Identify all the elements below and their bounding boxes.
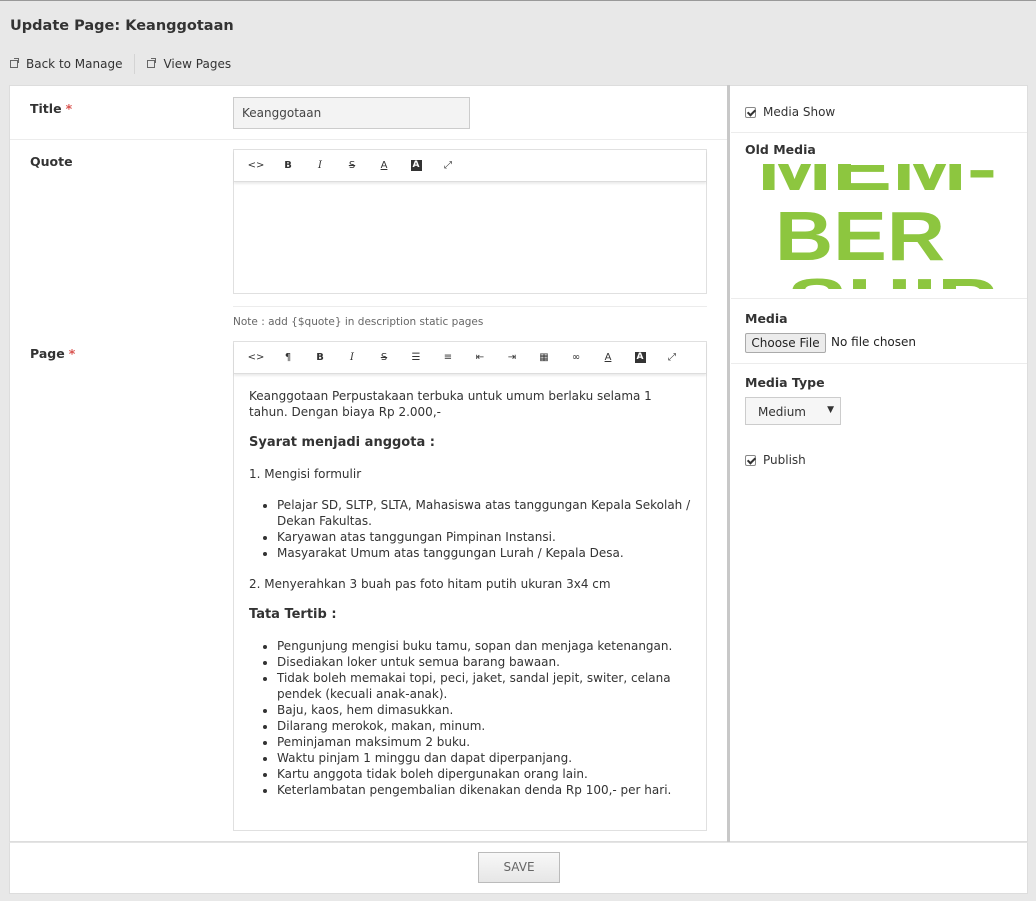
unordered-list-icon[interactable]: ☰: [400, 346, 432, 370]
page-editor: <> ¶ B I S ☰ ≡ ⇤ ⇥ ▦ ∞ A A ⤢ Keanggotaan…: [233, 341, 707, 831]
page-label: Page *: [30, 346, 75, 361]
media-type-select[interactable]: Medium ▼: [745, 397, 841, 425]
media-label: Media: [745, 311, 788, 326]
view-pages-label: View Pages: [163, 57, 232, 71]
strikethrough-icon[interactable]: S: [368, 346, 400, 370]
row-divider: [731, 132, 1027, 133]
paragraph-icon[interactable]: ¶: [272, 346, 304, 370]
quote-editor: <> B I S A A ⤢: [233, 149, 707, 294]
background-color-icon[interactable]: A: [400, 154, 432, 178]
checkbox-checked-icon: [745, 106, 756, 118]
back-to-manage-label: Back to Manage: [26, 57, 123, 71]
list-item: Pelajar SD, SLTP, SLTA, Mahasiswa atas t…: [277, 497, 691, 529]
code-view-icon[interactable]: <>: [240, 154, 272, 178]
bold-icon[interactable]: B: [304, 346, 336, 370]
media-show-checkbox[interactable]: Media Show: [745, 105, 835, 119]
ordered-list-icon[interactable]: ≡: [432, 346, 464, 370]
fullscreen-icon[interactable]: ⤢: [656, 346, 688, 370]
quote-editor-area[interactable]: [234, 182, 706, 292]
choose-file-button[interactable]: Choose File: [745, 333, 826, 353]
bold-icon[interactable]: B: [272, 154, 304, 178]
title-input[interactable]: [233, 97, 470, 129]
list-item: Karyawan atas tanggungan Pimpinan Instan…: [277, 529, 691, 545]
list-item: Waktu pinjam 1 minggu dan dapat diperpan…: [277, 750, 691, 766]
code-view-icon[interactable]: <>: [240, 346, 272, 370]
rules-list: Pengunjung mengisi buku tamu, sopan dan …: [277, 638, 691, 798]
quote-toolbar: <> B I S A A ⤢: [234, 150, 706, 182]
strikethrough-icon[interactable]: S: [336, 154, 368, 178]
step-one-list: Pelajar SD, SLTP, SLTA, Mahasiswa atas t…: [277, 497, 691, 561]
intro-paragraph: Keanggotaan Perpustakaan terbuka untuk u…: [249, 389, 652, 419]
row-divider: [731, 363, 1027, 364]
row-divider: [731, 298, 1027, 299]
link-icon[interactable]: ∞: [560, 346, 592, 370]
publish-label: Publish: [763, 453, 806, 467]
external-link-icon: [10, 58, 19, 68]
page-label-text: Page: [30, 346, 65, 361]
list-item: Tidak boleh memakai topi, peci, jaket, s…: [277, 670, 691, 702]
checkbox-checked-icon: [745, 454, 756, 466]
list-item: Baju, kaos, hem dimasukkan.: [277, 702, 691, 718]
no-file-text: No file chosen: [831, 335, 917, 349]
view-pages-link[interactable]: View Pages: [147, 57, 231, 71]
rules-heading: Tata Tertib :: [249, 607, 337, 622]
outdent-icon[interactable]: ⇤: [464, 346, 496, 370]
table-icon[interactable]: ▦: [528, 346, 560, 370]
fullscreen-icon[interactable]: ⤢: [432, 154, 464, 178]
list-item: Dilarang merokok, makan, minum.: [277, 718, 691, 734]
nav-separator: [134, 54, 136, 74]
page-editor-area[interactable]: Keanggotaan Perpustakaan terbuka untuk u…: [234, 374, 706, 827]
save-button[interactable]: SAVE: [478, 852, 560, 883]
quote-label: Quote: [30, 154, 73, 169]
step-one: 1. Mengisi formulir: [249, 467, 362, 481]
list-item: Pengunjung mengisi buku tamu, sopan dan …: [277, 638, 691, 654]
media-type-label: Media Type: [745, 375, 825, 390]
page-title: Update Page: Keanggotaan: [10, 18, 234, 34]
list-item: Keterlambatan pengembalian dikenakan den…: [277, 782, 691, 798]
old-media-label: Old Media: [745, 142, 816, 157]
media-type-value: Medium: [758, 405, 806, 419]
old-media-line-3: -SHIP: [761, 267, 997, 289]
list-item: Disediakan loker untuk semua barang bawa…: [277, 654, 691, 670]
page-toolbar: <> ¶ B I S ☰ ≡ ⇤ ⇥ ▦ ∞ A A ⤢: [234, 342, 706, 374]
required-mark: *: [65, 101, 73, 116]
font-color-icon[interactable]: A: [368, 154, 400, 178]
publish-checkbox[interactable]: Publish: [745, 453, 806, 467]
italic-icon[interactable]: I: [304, 154, 336, 178]
step-two: 2. Menyerahkan 3 buah pas foto hitam put…: [249, 577, 611, 591]
font-color-icon[interactable]: A: [592, 346, 624, 370]
list-item: Peminjaman maksimum 2 buku.: [277, 734, 691, 750]
title-label-text: Title: [30, 101, 62, 116]
indent-icon[interactable]: ⇥: [496, 346, 528, 370]
top-nav: Back to Manage View Pages: [10, 54, 231, 74]
external-link-icon: [147, 58, 157, 68]
dropdown-arrow-icon: ▼: [827, 405, 834, 415]
background-color-icon[interactable]: A: [624, 346, 656, 370]
old-media-line-2: BER: [775, 197, 945, 275]
note-divider: [233, 306, 707, 307]
row-divider: [10, 139, 727, 140]
required-mark: *: [68, 346, 76, 361]
requirements-heading: Syarat menjadi anggota :: [249, 435, 435, 450]
quote-note: Note : add {$quote} in description stati…: [233, 316, 484, 328]
old-media-image: MEM- BER -SHIP: [761, 164, 997, 289]
list-item: Kartu anggota tidak boleh dipergunakan o…: [277, 766, 691, 782]
italic-icon[interactable]: I: [336, 346, 368, 370]
back-to-manage-link[interactable]: Back to Manage: [10, 57, 122, 71]
title-label: Title *: [30, 101, 72, 116]
list-item: Masyarakat Umum atas tanggungan Lurah / …: [277, 545, 691, 561]
media-show-label: Media Show: [763, 105, 836, 119]
